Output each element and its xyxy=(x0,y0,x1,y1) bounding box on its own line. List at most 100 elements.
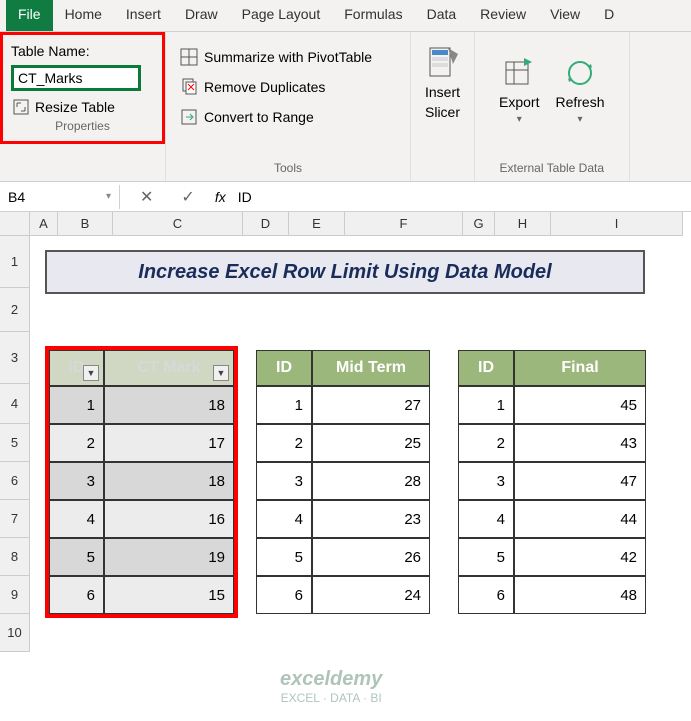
mid-term-table: IDMid Term127225328423526624 xyxy=(256,350,430,614)
select-all-corner[interactable] xyxy=(0,212,30,236)
table-name-input[interactable] xyxy=(11,65,141,91)
table-header-cell[interactable]: Final xyxy=(514,350,646,386)
slicer-icon xyxy=(426,46,460,80)
col-header-E[interactable]: E xyxy=(289,212,345,236)
table-row: 217 xyxy=(49,424,234,462)
col-header-H[interactable]: H xyxy=(495,212,551,236)
table-cell[interactable]: 44 xyxy=(514,500,646,538)
row-header-4[interactable]: 4 xyxy=(0,384,30,424)
insert-slicer-button[interactable]: Insert Slicer xyxy=(421,42,464,124)
tab-view[interactable]: View xyxy=(538,0,592,31)
table-cell[interactable]: 25 xyxy=(312,424,430,462)
table-cell[interactable]: 5 xyxy=(458,538,514,576)
column-headers: ABCDEFGHI xyxy=(0,212,691,236)
table-row: 526 xyxy=(256,538,430,576)
col-header-C[interactable]: C xyxy=(113,212,243,236)
table-cell[interactable]: 42 xyxy=(514,538,646,576)
export-icon xyxy=(502,56,536,90)
tab-page-layout[interactable]: Page Layout xyxy=(230,0,333,31)
row-header-2[interactable]: 2 xyxy=(0,288,30,332)
check-icon[interactable]: ✓ xyxy=(173,187,202,207)
table-cell[interactable]: 17 xyxy=(104,424,234,462)
table-row: 615 xyxy=(49,576,234,614)
table-cell[interactable]: 43 xyxy=(514,424,646,462)
tab-data[interactable]: Data xyxy=(415,0,469,31)
name-box[interactable]: B4 ▾ xyxy=(0,185,120,209)
convert-icon xyxy=(180,108,198,126)
filter-dropdown-icon[interactable]: ▼ xyxy=(213,365,229,381)
row-header-8[interactable]: 8 xyxy=(0,538,30,576)
row-header-7[interactable]: 7 xyxy=(0,500,30,538)
table-cell[interactable]: 4 xyxy=(49,500,104,538)
fx-icon[interactable]: fx xyxy=(215,189,226,205)
tab-draw[interactable]: Draw xyxy=(173,0,230,31)
refresh-button[interactable]: Refresh ▾ xyxy=(551,52,608,129)
col-header-D[interactable]: D xyxy=(243,212,289,236)
table-cell[interactable]: 1 xyxy=(256,386,312,424)
table-cell[interactable]: 5 xyxy=(49,538,104,576)
table-cell[interactable]: 28 xyxy=(312,462,430,500)
remove-duplicates-button[interactable]: Remove Duplicates xyxy=(176,72,400,102)
convert-to-range-button[interactable]: Convert to Range xyxy=(176,102,400,132)
table-cell[interactable]: 24 xyxy=(312,576,430,614)
table-cell[interactable]: 1 xyxy=(458,386,514,424)
row-header-10[interactable]: 10 xyxy=(0,614,30,652)
table-cell[interactable]: 45 xyxy=(514,386,646,424)
table-cell[interactable]: 6 xyxy=(49,576,104,614)
col-header-B[interactable]: B xyxy=(58,212,113,236)
table-header-cell[interactable]: ID▼ xyxy=(49,350,104,386)
table-cell[interactable]: 19 xyxy=(104,538,234,576)
row-header-1[interactable]: 1 xyxy=(0,236,30,288)
table-cell[interactable]: 2 xyxy=(256,424,312,462)
col-header-A[interactable]: A xyxy=(30,212,58,236)
final-table: IDFinal145243347444542648 xyxy=(458,350,646,614)
table-header-cell[interactable]: ID xyxy=(256,350,312,386)
table-cell[interactable]: 4 xyxy=(458,500,514,538)
table-header-cell[interactable]: Mid Term xyxy=(312,350,430,386)
table-cell[interactable]: 1 xyxy=(49,386,104,424)
col-header-G[interactable]: G xyxy=(463,212,495,236)
table-header-cell[interactable]: ID xyxy=(458,350,514,386)
table-cell[interactable]: 26 xyxy=(312,538,430,576)
table-cell[interactable]: 3 xyxy=(458,462,514,500)
tab-insert[interactable]: Insert xyxy=(114,0,173,31)
chevron-down-icon: ▾ xyxy=(106,191,111,202)
row-header-5[interactable]: 5 xyxy=(0,424,30,462)
table-cell[interactable]: 6 xyxy=(256,576,312,614)
ribbon-tabs: FileHomeInsertDrawPage LayoutFormulasDat… xyxy=(0,0,691,32)
table-cell[interactable]: 48 xyxy=(514,576,646,614)
row-header-9[interactable]: 9 xyxy=(0,576,30,614)
table-cell[interactable]: 4 xyxy=(256,500,312,538)
col-header-F[interactable]: F xyxy=(345,212,463,236)
table-cell[interactable]: 6 xyxy=(458,576,514,614)
table-cell[interactable]: 2 xyxy=(458,424,514,462)
summarize-pivottable-button[interactable]: Summarize with PivotTable xyxy=(176,42,400,72)
table-cell[interactable]: 23 xyxy=(312,500,430,538)
table-header-cell[interactable]: CT Mark▼ xyxy=(104,350,234,386)
tab-d[interactable]: D xyxy=(592,0,626,31)
row-header-3[interactable]: 3 xyxy=(0,332,30,384)
export-button[interactable]: Export ▾ xyxy=(495,52,543,129)
tab-formulas[interactable]: Formulas xyxy=(332,0,414,31)
tab-home[interactable]: Home xyxy=(53,0,114,31)
tab-file[interactable]: File xyxy=(6,0,53,31)
tab-review[interactable]: Review xyxy=(468,0,538,31)
table-cell[interactable]: 16 xyxy=(104,500,234,538)
table-cell[interactable]: 47 xyxy=(514,462,646,500)
formula-input[interactable]: ID xyxy=(238,189,252,205)
table-cell[interactable]: 2 xyxy=(49,424,104,462)
table-cell[interactable]: 27 xyxy=(312,386,430,424)
cancel-icon[interactable]: ✕ xyxy=(132,187,161,207)
table-row: 243 xyxy=(458,424,646,462)
table-cell[interactable]: 5 xyxy=(256,538,312,576)
table-cell[interactable]: 3 xyxy=(49,462,104,500)
col-header-I[interactable]: I xyxy=(551,212,683,236)
table-cell[interactable]: 18 xyxy=(104,462,234,500)
properties-group: Table Name: Resize Table Properties xyxy=(0,32,165,144)
filter-dropdown-icon[interactable]: ▼ xyxy=(83,365,99,381)
table-cell[interactable]: 18 xyxy=(104,386,234,424)
resize-table-button[interactable]: Resize Table xyxy=(11,95,154,119)
table-cell[interactable]: 3 xyxy=(256,462,312,500)
table-cell[interactable]: 15 xyxy=(104,576,234,614)
row-header-6[interactable]: 6 xyxy=(0,462,30,500)
